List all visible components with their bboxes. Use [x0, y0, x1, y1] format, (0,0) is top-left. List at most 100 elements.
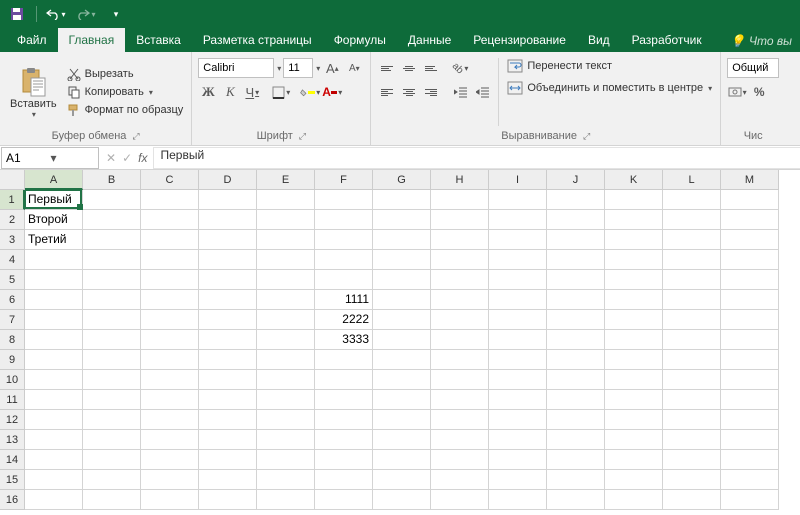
cell[interactable] — [141, 250, 199, 270]
cell[interactable] — [373, 370, 431, 390]
name-box[interactable]: A1 ▾ — [1, 147, 99, 169]
cell[interactable] — [431, 210, 489, 230]
cell[interactable] — [431, 330, 489, 350]
column-header[interactable]: C — [141, 170, 199, 190]
cell[interactable] — [721, 190, 779, 210]
row-header[interactable]: 16 — [0, 490, 25, 510]
cell[interactable] — [431, 250, 489, 270]
cell[interactable] — [721, 450, 779, 470]
cell[interactable] — [489, 310, 547, 330]
cell[interactable] — [199, 250, 257, 270]
cell[interactable] — [257, 230, 315, 250]
cell[interactable] — [663, 390, 721, 410]
cell[interactable] — [663, 470, 721, 490]
formula-input[interactable]: Первый — [153, 147, 800, 169]
cell[interactable] — [663, 230, 721, 250]
cell[interactable] — [605, 350, 663, 370]
column-header[interactable]: K — [605, 170, 663, 190]
cell[interactable] — [199, 370, 257, 390]
cell[interactable] — [721, 290, 779, 310]
cell[interactable] — [141, 230, 199, 250]
cell[interactable] — [547, 350, 605, 370]
cell[interactable] — [547, 330, 605, 350]
font-size-input[interactable] — [283, 58, 313, 78]
font-color-button[interactable]: A▾ — [322, 82, 342, 102]
row-header[interactable]: 9 — [0, 350, 25, 370]
cell[interactable] — [431, 450, 489, 470]
cell[interactable] — [373, 490, 431, 510]
cell[interactable] — [547, 230, 605, 250]
cell[interactable] — [257, 330, 315, 350]
cell[interactable] — [547, 250, 605, 270]
cell[interactable] — [373, 270, 431, 290]
decrease-font-icon[interactable]: A▾ — [344, 58, 364, 78]
cell[interactable] — [431, 230, 489, 250]
cell[interactable] — [605, 450, 663, 470]
cell[interactable]: Второй — [25, 210, 83, 230]
cell[interactable] — [663, 330, 721, 350]
paste-button[interactable]: Вставить ▾ — [6, 54, 61, 130]
column-header[interactable]: H — [431, 170, 489, 190]
cell[interactable] — [83, 190, 141, 210]
cell[interactable] — [431, 370, 489, 390]
font-launcher-icon[interactable]: ⤢ — [299, 131, 306, 142]
cell[interactable] — [547, 310, 605, 330]
align-middle-icon[interactable] — [399, 58, 419, 78]
cell[interactable] — [721, 410, 779, 430]
row-header[interactable]: 11 — [0, 390, 25, 410]
cell[interactable] — [83, 210, 141, 230]
column-header[interactable]: M — [721, 170, 779, 190]
cell[interactable] — [83, 310, 141, 330]
cell[interactable] — [373, 390, 431, 410]
cell[interactable] — [489, 390, 547, 410]
cell[interactable] — [431, 430, 489, 450]
number-format-select[interactable] — [727, 58, 779, 78]
cell[interactable] — [373, 210, 431, 230]
cell[interactable] — [663, 430, 721, 450]
cell[interactable] — [605, 390, 663, 410]
cell[interactable] — [605, 210, 663, 230]
column-header[interactable]: E — [257, 170, 315, 190]
cell[interactable] — [663, 270, 721, 290]
cell[interactable] — [721, 310, 779, 330]
cell[interactable] — [25, 270, 83, 290]
cell[interactable] — [547, 290, 605, 310]
clipboard-launcher-icon[interactable]: ⤢ — [132, 131, 139, 142]
cell[interactable] — [663, 490, 721, 510]
tab-page-layout[interactable]: Разметка страницы — [192, 28, 323, 52]
cell[interactable] — [547, 450, 605, 470]
cell[interactable] — [547, 490, 605, 510]
cell[interactable] — [373, 410, 431, 430]
cell[interactable] — [25, 370, 83, 390]
column-header[interactable]: D — [199, 170, 257, 190]
cell[interactable] — [489, 270, 547, 290]
borders-button[interactable]: ▾ — [271, 82, 291, 102]
cell[interactable] — [721, 390, 779, 410]
column-header[interactable]: G — [373, 170, 431, 190]
cell[interactable] — [83, 270, 141, 290]
cell[interactable] — [83, 430, 141, 450]
row-header[interactable]: 15 — [0, 470, 25, 490]
cell[interactable] — [199, 190, 257, 210]
format-painter-button[interactable]: Формат по образцу — [65, 102, 186, 118]
cell[interactable] — [315, 450, 373, 470]
cell[interactable]: 2222 — [315, 310, 373, 330]
row-header[interactable]: 14 — [0, 450, 25, 470]
select-all-corner[interactable] — [0, 170, 25, 190]
cell[interactable] — [25, 430, 83, 450]
cell[interactable] — [373, 230, 431, 250]
cell[interactable] — [547, 430, 605, 450]
cut-button[interactable]: Вырезать — [65, 66, 186, 82]
cell[interactable] — [141, 370, 199, 390]
cell[interactable] — [721, 350, 779, 370]
cell[interactable] — [25, 390, 83, 410]
align-center-icon[interactable] — [399, 82, 419, 102]
tab-file[interactable]: Файл — [6, 28, 58, 52]
cell[interactable] — [315, 410, 373, 430]
cell[interactable] — [721, 250, 779, 270]
tab-developer[interactable]: Разработчик — [621, 28, 713, 52]
cell[interactable] — [257, 290, 315, 310]
cell[interactable]: Первый — [25, 190, 83, 210]
cell[interactable]: 1111 — [315, 290, 373, 310]
cell[interactable] — [373, 190, 431, 210]
